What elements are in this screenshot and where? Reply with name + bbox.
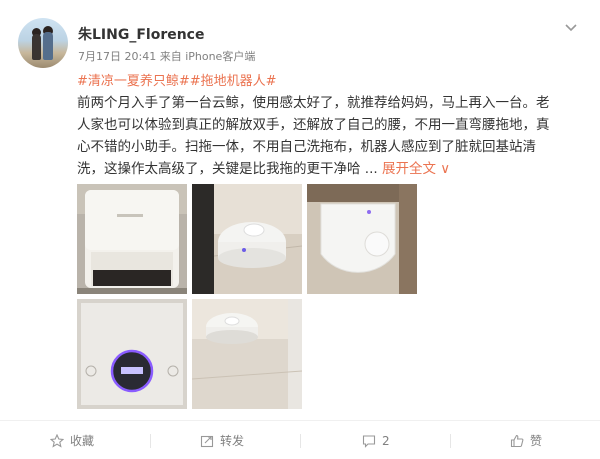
repost-label: 转发 [220, 434, 245, 448]
content-line: 心不错的小助手。扫拖一体，不用自己洗拖布，机器人感应到了脏就回基站清 [77, 139, 536, 155]
content-line: 前两个月入手了第一台云鲸，使用感太好了，就推荐给妈妈，马上再入一台。老 [77, 95, 550, 111]
repost-icon [200, 435, 214, 447]
action-bar: 收藏 转发 2 赞 [0, 420, 600, 459]
image-base-station[interactable] [77, 184, 187, 294]
favorite-button[interactable]: 收藏 [50, 421, 94, 459]
repost-button[interactable]: 转发 [200, 421, 244, 459]
image-control-panel[interactable] [77, 299, 187, 409]
post-meta: 7月17日 20:41 来自 iPhone客户端 [78, 48, 255, 64]
topic-tags[interactable]: #清凉一夏养只鲸##拖地机器人# [77, 70, 277, 89]
post-date[interactable]: 7月17日 20:41 [78, 50, 156, 63]
content-line: 洗，这操作太高级了，关键是比我拖的更干净哈 ... 展开全文 ∨ [77, 161, 451, 177]
avatar[interactable] [18, 18, 68, 68]
weibo-post-card: 朱LING_Florence 7月17日 20:41 来自 iPhone客户端 … [0, 0, 600, 459]
comment-count: 2 [382, 433, 390, 448]
image-robot-docked[interactable] [192, 299, 302, 409]
comment-icon [362, 434, 376, 448]
like-button[interactable]: 赞 [510, 421, 542, 459]
username[interactable]: 朱LING_Florence [78, 24, 204, 44]
like-label: 赞 [530, 434, 543, 448]
expand-full-text-link[interactable]: 展开全文 ∨ [382, 161, 450, 177]
content-line: 人家也可以体验到真正的解放双手，还解放了自己的腰，不用一直弯腰拖地，真 [77, 117, 550, 133]
post-content: 前两个月入手了第一台云鲸，使用感太好了，就推荐给妈妈，马上再入一台。老 人家也可… [77, 92, 587, 180]
image-robot-floor[interactable] [192, 184, 302, 294]
image-robot-top-view[interactable] [307, 184, 417, 294]
like-icon [510, 434, 524, 447]
favorite-label: 收藏 [70, 434, 95, 448]
more-chevron-icon[interactable] [564, 20, 578, 34]
comment-button[interactable]: 2 [362, 421, 390, 459]
post-source: 来自 iPhone客户端 [159, 50, 256, 63]
star-icon [50, 433, 64, 448]
